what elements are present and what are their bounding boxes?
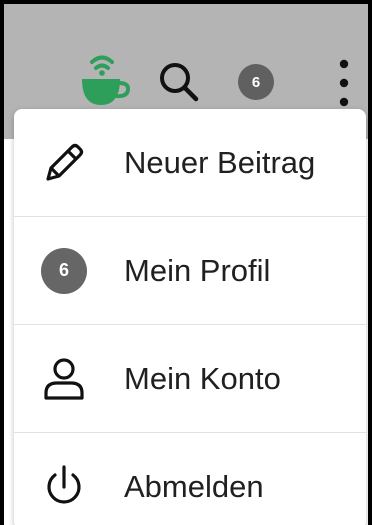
pencil-icon — [40, 139, 88, 187]
menu-item-label: Mein Profil — [124, 252, 271, 288]
user-dropdown-menu: Neuer Beitrag 6 Mein Profil Mein Konto A… — [14, 109, 366, 525]
avatar-label: 6 — [58, 260, 69, 280]
more-vertical-icon[interactable] — [332, 56, 356, 110]
coffee-cup-icon[interactable] — [78, 50, 130, 108]
menu-item-new-post[interactable]: Neuer Beitrag — [14, 109, 366, 217]
avatar: 6 — [41, 247, 87, 294]
menu-item-logout[interactable]: Abmelden — [14, 433, 366, 525]
menu-item-label: Neuer Beitrag — [124, 144, 316, 180]
user-avatar[interactable]: 6 — [238, 64, 274, 100]
app-frame: 6 Neuer Beitrag 6 Mein Profil Mein Konto… — [0, 0, 372, 525]
menu-item-label: Abmelden — [124, 469, 264, 504]
menu-item-label: Mein Konto — [124, 360, 281, 396]
menu-item-my-profile[interactable]: 6 Mein Profil — [14, 217, 366, 325]
power-icon — [40, 463, 88, 511]
search-icon[interactable] — [157, 60, 201, 104]
menu-item-my-account[interactable]: Mein Konto — [14, 325, 366, 433]
profile-avatar: 6 — [40, 247, 88, 295]
avatar-label: 6 — [251, 73, 261, 91]
user-icon — [40, 355, 88, 403]
